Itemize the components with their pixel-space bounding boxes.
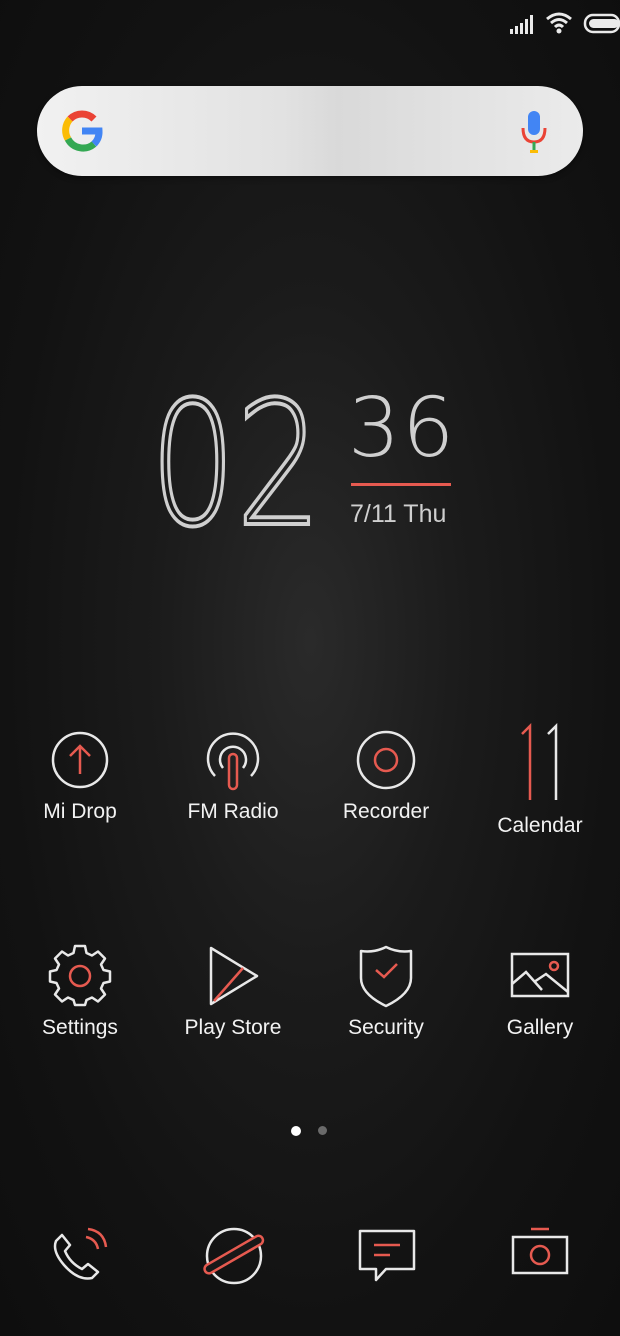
clock-hours: 02 bbox=[150, 382, 324, 542]
page-dot-active[interactable] bbox=[291, 1126, 301, 1136]
wifi-icon bbox=[546, 12, 572, 34]
browser-icon[interactable] bbox=[202, 1225, 266, 1287]
microphone-icon[interactable] bbox=[519, 110, 549, 154]
app-label: Security bbox=[348, 1016, 424, 1039]
app-label: Recorder bbox=[342, 800, 430, 823]
security-shield-icon bbox=[359, 945, 413, 1008]
app-play-store[interactable]: Play Store bbox=[158, 944, 308, 1040]
clock-divider bbox=[351, 483, 451, 486]
svg-text:02: 02 bbox=[150, 382, 322, 542]
app-security[interactable]: Security bbox=[311, 944, 461, 1040]
recorder-icon bbox=[356, 730, 416, 790]
app-mi-drop[interactable]: Mi Drop bbox=[5, 728, 155, 824]
mi-drop-icon bbox=[51, 731, 109, 789]
camera-icon[interactable] bbox=[509, 1225, 571, 1287]
signal-icon bbox=[510, 15, 533, 34]
app-gallery[interactable]: Gallery bbox=[465, 944, 615, 1040]
app-label: Play Store bbox=[184, 1016, 282, 1039]
battery-icon bbox=[583, 13, 620, 34]
play-store-icon bbox=[209, 946, 259, 1006]
app-settings[interactable]: Settings bbox=[5, 944, 155, 1040]
clock-minutes: 36 bbox=[348, 381, 457, 476]
app-calendar[interactable]: Calendar bbox=[465, 722, 615, 838]
settings-gear-icon bbox=[48, 944, 112, 1007]
fm-radio-icon bbox=[206, 732, 260, 791]
app-recorder[interactable]: Recorder bbox=[311, 728, 461, 824]
app-label: FM Radio bbox=[187, 800, 279, 823]
google-search-bar[interactable] bbox=[37, 86, 583, 176]
app-label: Gallery bbox=[506, 1016, 574, 1039]
app-fm-radio[interactable]: FM Radio bbox=[158, 728, 308, 824]
calendar-icon bbox=[521, 722, 558, 800]
app-label: Calendar bbox=[497, 814, 583, 837]
status-bar bbox=[0, 10, 620, 38]
clock-date: 7/11 Thu bbox=[350, 500, 447, 528]
page-dot[interactable] bbox=[318, 1126, 327, 1135]
gallery-icon bbox=[510, 952, 570, 998]
phone-icon[interactable] bbox=[50, 1225, 112, 1287]
app-label: Mi Drop bbox=[43, 800, 117, 823]
messages-icon[interactable] bbox=[356, 1225, 418, 1287]
app-label: Settings bbox=[42, 1016, 118, 1039]
google-g-icon bbox=[62, 110, 103, 152]
